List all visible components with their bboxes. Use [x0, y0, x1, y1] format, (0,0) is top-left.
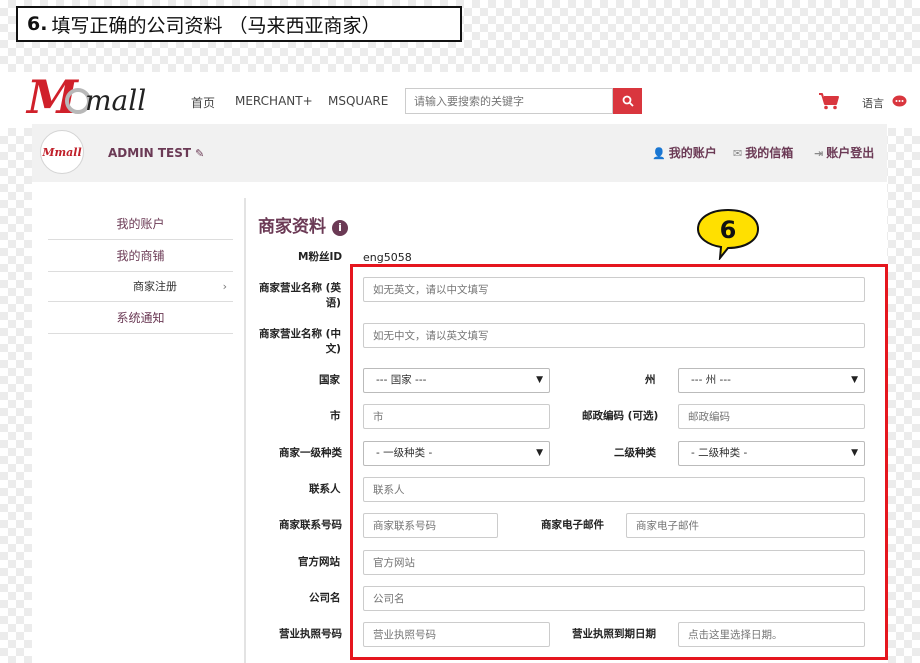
category2-select[interactable]: - 二级种类 - ▼ — [678, 441, 865, 466]
company-input[interactable] — [363, 586, 865, 611]
contact-input[interactable] — [363, 477, 865, 502]
sidebar-item-my-shop[interactable]: 我的商铺 — [48, 240, 233, 272]
website-input[interactable] — [363, 550, 865, 575]
sidebar-item-merchant-register[interactable]: 商家注册 › — [48, 272, 233, 302]
dropdown-arrow-icon: ▼ — [536, 448, 543, 458]
my-account-link[interactable]: 👤 我的账户 — [652, 144, 717, 161]
name-en-label: 商家营业名称 (英语) — [259, 282, 341, 309]
nav-merchant-plus[interactable]: MERCHANT+ — [235, 94, 313, 108]
nav-msquare[interactable]: MSQUARE — [328, 94, 388, 108]
category1-select[interactable]: - 一级种类 - ▼ — [363, 441, 550, 466]
pencil-icon[interactable]: ✎ — [195, 147, 204, 160]
city-input[interactable] — [363, 404, 550, 429]
callout-number: 6 — [720, 216, 737, 244]
country-select[interactable]: --- 国家 --- ▼ — [363, 368, 550, 393]
user-icon: 👤 — [652, 147, 666, 160]
step-callout-bubble: 6 — [696, 208, 760, 260]
chevron-right-icon: › — [222, 280, 227, 293]
postcode-label: 邮政编码 (可选) — [582, 410, 659, 422]
language-label[interactable]: 语言 — [862, 95, 884, 111]
cart-icon[interactable] — [818, 92, 840, 110]
nav-home[interactable]: 首页 — [191, 94, 215, 111]
info-icon[interactable]: i — [332, 219, 348, 236]
license-label: 营业执照号码 — [279, 628, 342, 640]
sidebar-divider — [244, 198, 246, 663]
country-label: 国家 — [319, 374, 340, 386]
logout-link[interactable]: ⇥ 账户登出 — [814, 144, 874, 161]
contact-label: 联系人 — [309, 483, 341, 495]
email-label: 商家电子邮件 — [541, 519, 604, 531]
step-banner: 6. 填写正确的公司资料 （马来西亚商家） — [16, 6, 462, 42]
envelope-icon: ✉ — [733, 147, 743, 160]
top-navbar: M mall 首页 MERCHANT+ MSQUARE 语言 — [0, 70, 920, 128]
license-expiry-input[interactable] — [678, 622, 865, 647]
my-mailbox-link[interactable]: ✉ 我的信箱 — [733, 144, 793, 161]
page-title: 商家资料 i — [258, 212, 348, 237]
dropdown-arrow-icon: ▼ — [851, 448, 858, 458]
avatar[interactable]: Mmall — [40, 130, 84, 174]
logout-icon: ⇥ — [814, 147, 824, 160]
search-icon — [622, 95, 634, 107]
admin-name[interactable]: ADMIN TEST ✎ — [108, 146, 204, 160]
category1-label: 商家一级种类 — [279, 447, 342, 459]
postcode-input[interactable] — [678, 404, 865, 429]
fan-id-label: M粉丝ID — [298, 251, 343, 263]
search-button[interactable] — [613, 88, 642, 114]
email-input[interactable] — [626, 513, 865, 538]
category2-label: 二级种类 — [614, 447, 656, 459]
website-label: 官方网站 — [298, 556, 340, 568]
sidebar: 我的账户 我的商铺 商家注册 › 系统通知 — [48, 208, 233, 334]
step-text: 填写正确的公司资料 （马来西亚商家） — [51, 14, 381, 37]
step-number: 6. — [27, 13, 48, 35]
search-input[interactable] — [405, 88, 613, 114]
license-expiry-label: 营业执照到期日期 — [572, 628, 656, 640]
state-select[interactable]: --- 州 --- ▼ — [678, 368, 865, 393]
name-cn-label: 商家营业名称 (中文) — [259, 328, 341, 355]
city-label: 市 — [330, 410, 341, 422]
name-en-input[interactable] — [363, 277, 865, 302]
company-label: 公司名 — [309, 592, 341, 604]
sidebar-item-notifications[interactable]: 系统通知 — [48, 302, 233, 334]
dropdown-arrow-icon: ▼ — [851, 375, 858, 385]
sidebar-item-my-account[interactable]: 我的账户 — [48, 208, 233, 240]
dropdown-arrow-icon: ▼ — [536, 375, 543, 385]
license-input[interactable] — [363, 622, 550, 647]
admin-header: Mmall ADMIN TEST ✎ 👤 我的账户 ✉ 我的信箱 ⇥ 账户登出 — [32, 124, 887, 182]
chat-bubble-icon[interactable] — [892, 95, 907, 108]
phone-input[interactable] — [363, 513, 498, 538]
state-label: 州 — [645, 374, 656, 386]
name-cn-input[interactable] — [363, 323, 865, 348]
fan-id-value: eng5058 — [363, 251, 412, 264]
mmall-logo[interactable]: M mall — [27, 70, 155, 124]
phone-label: 商家联系号码 — [279, 519, 342, 531]
